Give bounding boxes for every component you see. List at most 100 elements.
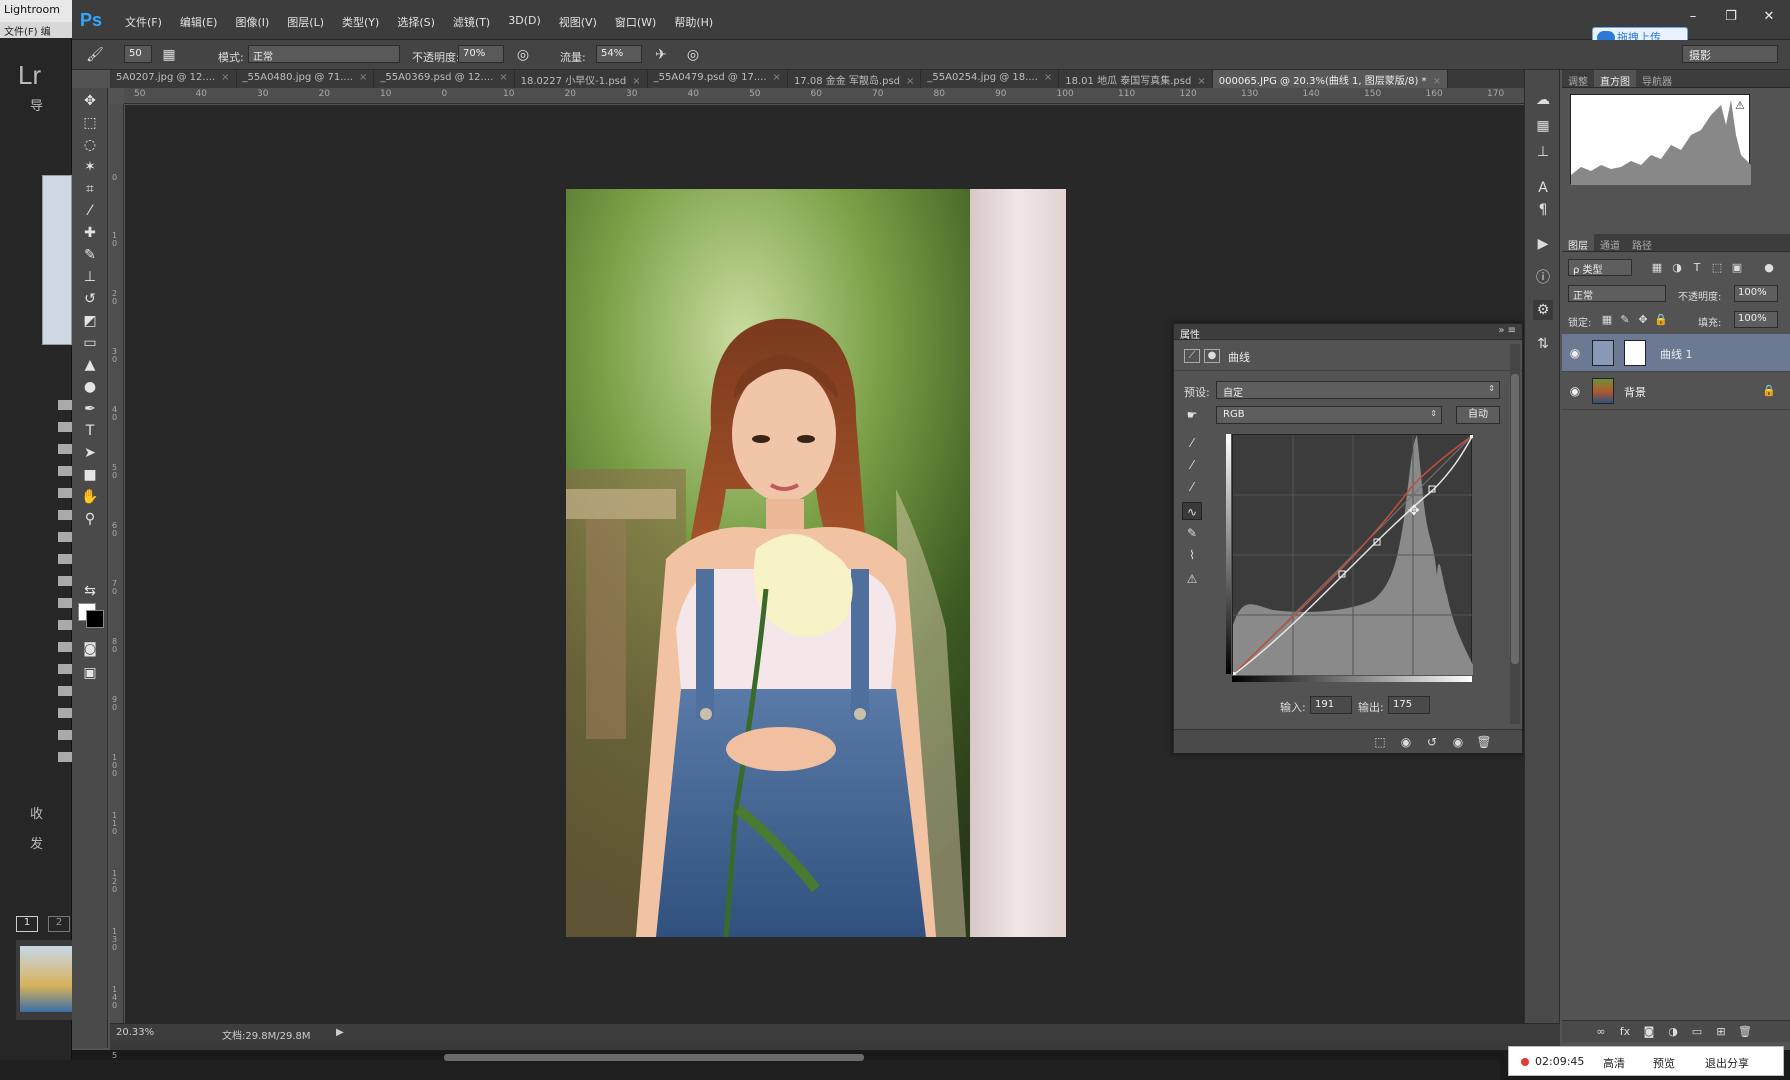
document-tab-active[interactable]: 000065.JPG @ 20.3%(曲线 1, 图层蒙版/8) * × <box>1212 70 1448 88</box>
layer-row-curves[interactable]: ◉ 曲线 1 <box>1562 334 1790 372</box>
magic-wand-tool-icon[interactable]: ✶ <box>80 158 100 176</box>
rectangle-tool-icon[interactable]: ■ <box>80 466 100 484</box>
folder-icon[interactable] <box>58 554 72 564</box>
close-button[interactable]: ✕ <box>1758 8 1780 26</box>
close-tab-icon[interactable]: × <box>632 76 640 87</box>
tab-paths[interactable]: 路径 <box>1626 234 1658 252</box>
close-tab-icon[interactable]: × <box>499 72 507 83</box>
adjustment-filter-icon[interactable]: ◑ <box>1670 261 1684 275</box>
input-field[interactable]: 191 <box>1310 696 1352 714</box>
menu-item[interactable]: 3D(D) <box>499 14 550 30</box>
pen-tool-icon[interactable]: ✒ <box>80 400 100 418</box>
channel-select[interactable]: RGB ⇕ <box>1216 406 1442 424</box>
properties-panel-icon[interactable]: ⚙ <box>1533 300 1553 320</box>
lr-film-thumbnail[interactable] <box>20 946 72 1012</box>
tab-histogram[interactable]: 直方图 <box>1594 70 1636 88</box>
menu-item[interactable]: 图像(I) <box>226 14 278 30</box>
eyedropper-tool-icon[interactable]: ⁄ <box>80 202 100 220</box>
clip-to-layer-icon[interactable]: ⬚ <box>1372 734 1388 750</box>
brush-tool-icon[interactable]: ✎ <box>80 246 100 264</box>
mask-icon[interactable]: ● <box>1204 349 1220 363</box>
history-panel-icon[interactable]: ☁ <box>1533 90 1553 110</box>
output-field[interactable]: 175 <box>1388 696 1430 714</box>
tab-adjustments[interactable]: 调整 <box>1562 70 1594 88</box>
black-point-eyedropper-icon[interactable]: ⁄ <box>1182 434 1202 452</box>
auto-button[interactable]: 自动 <box>1456 406 1500 424</box>
type-tool-icon[interactable]: T <box>80 422 100 440</box>
properties-tab[interactable]: 属性 <box>1180 326 1200 341</box>
blur-tool-icon[interactable]: ▲ <box>80 356 100 374</box>
healing-brush-tool-icon[interactable]: ✚ <box>80 224 100 242</box>
shape-filter-icon[interactable]: ⬚ <box>1710 261 1724 275</box>
move-tool-icon[interactable]: ✥ <box>80 92 100 110</box>
document-tab[interactable]: _55A0369.psd @ 12.... × <box>374 70 515 88</box>
lock-all-icon[interactable]: 🔒 <box>1654 313 1668 327</box>
layer-mask-thumbnail[interactable] <box>1624 340 1646 366</box>
view-previous-icon[interactable]: ◉ <box>1398 734 1414 750</box>
close-tab-icon[interactable]: × <box>221 72 229 83</box>
close-tab-icon[interactable]: × <box>906 76 914 87</box>
menu-item[interactable]: 编辑(E) <box>171 14 227 30</box>
path-selection-tool-icon[interactable]: ➤ <box>80 444 100 462</box>
status-menu-arrow-icon[interactable]: ▶ <box>336 1027 344 1038</box>
document-tab[interactable]: _55A0479.psd @ 17.... × <box>648 70 788 88</box>
visibility-eye-icon[interactable]: ◉ <box>1568 384 1582 398</box>
folder-icon[interactable] <box>58 532 72 542</box>
lr-collections-head[interactable]: 收 <box>30 803 43 822</box>
folder-icon[interactable] <box>58 400 72 410</box>
background-color-swatch[interactable] <box>86 610 104 628</box>
menu-item[interactable]: 图层(L) <box>278 14 333 30</box>
character-panel-icon[interactable]: A <box>1533 178 1553 198</box>
hd-button[interactable]: 高清 <box>1603 1055 1625 1071</box>
folder-icon[interactable] <box>58 752 72 762</box>
visibility-eye-icon[interactable]: ◉ <box>1568 346 1582 360</box>
preset-select[interactable]: 自定 ⇕ <box>1216 381 1500 399</box>
bottom-scrollbar-thumb[interactable] <box>444 1054 864 1061</box>
new-layer-icon[interactable]: ⊞ <box>1714 1025 1728 1039</box>
screen-mode-icon[interactable]: ▣ <box>80 664 100 682</box>
tab-layers[interactable]: 图层 <box>1562 234 1594 252</box>
menu-item[interactable]: 文件(F) <box>116 14 171 30</box>
close-tab-icon[interactable]: × <box>1197 76 1205 87</box>
tab-navigator[interactable]: 导航器 <box>1636 70 1678 88</box>
lock-pixels-icon[interactable]: ✎ <box>1618 313 1632 327</box>
menu-item[interactable]: 滤镜(T) <box>444 14 499 30</box>
folder-icon[interactable] <box>58 664 72 674</box>
brush-size-picker[interactable]: 50 <box>124 45 152 63</box>
lightroom-window[interactable]: Lightroom 文件(F) 编 Lr 导 收 发 1 2 <box>0 0 80 1080</box>
mode-select[interactable]: 正常 <box>248 45 400 63</box>
smooth-curve-icon[interactable]: ⌇ <box>1182 546 1202 564</box>
fill-field[interactable]: 100% <box>1734 311 1778 328</box>
new-adjustment-icon[interactable]: ◑ <box>1666 1025 1680 1039</box>
layer-opacity-field[interactable]: 100% <box>1734 285 1778 302</box>
menu-item[interactable]: 类型(Y) <box>333 14 388 30</box>
folder-icon[interactable] <box>58 730 72 740</box>
curves-graph[interactable]: ✥ <box>1230 432 1476 678</box>
opacity-field[interactable]: 70% <box>458 45 504 63</box>
filter-toggle-icon[interactable]: ● <box>1762 261 1776 275</box>
delete-layer-icon[interactable]: 🗑 <box>1738 1025 1752 1039</box>
folder-icon[interactable] <box>58 642 72 652</box>
lr-film-page-1[interactable]: 1 <box>16 916 38 932</box>
lasso-tool-icon[interactable]: ◌ <box>80 136 100 154</box>
link-layers-icon[interactable]: ∞ <box>1594 1025 1608 1039</box>
folder-icon[interactable] <box>58 620 72 630</box>
document-tab[interactable]: 17.08 金金 军靓岛.psd × <box>788 70 922 88</box>
folder-icon[interactable] <box>58 466 72 476</box>
trash-icon[interactable]: 🗑 <box>1476 734 1492 750</box>
clone-source-icon[interactable]: ⇅ <box>1533 334 1553 354</box>
gray-point-eyedropper-icon[interactable]: ⁄ <box>1182 456 1202 474</box>
properties-scrollbar[interactable] <box>1510 344 1520 724</box>
styles-panel-icon[interactable]: ⊥ <box>1533 142 1553 162</box>
pressure-size-icon[interactable]: ◎ <box>684 46 702 64</box>
minimize-button[interactable]: – <box>1682 8 1704 26</box>
lightroom-menu[interactable]: 文件(F) 编 <box>0 22 80 38</box>
preview-button[interactable]: 预览 <box>1653 1055 1675 1071</box>
airbrush-icon[interactable]: ✈ <box>652 46 670 64</box>
marquee-tool-icon[interactable]: ⬚ <box>80 114 100 132</box>
folder-icon[interactable] <box>58 488 72 498</box>
curves-adjustment-icon[interactable]: ⟋ <box>1184 349 1200 363</box>
document-tab[interactable]: 5A0207.jpg @ 12.... × <box>110 70 237 88</box>
folder-icon[interactable] <box>58 598 72 608</box>
actions-panel-icon[interactable]: ▶ <box>1533 234 1553 254</box>
